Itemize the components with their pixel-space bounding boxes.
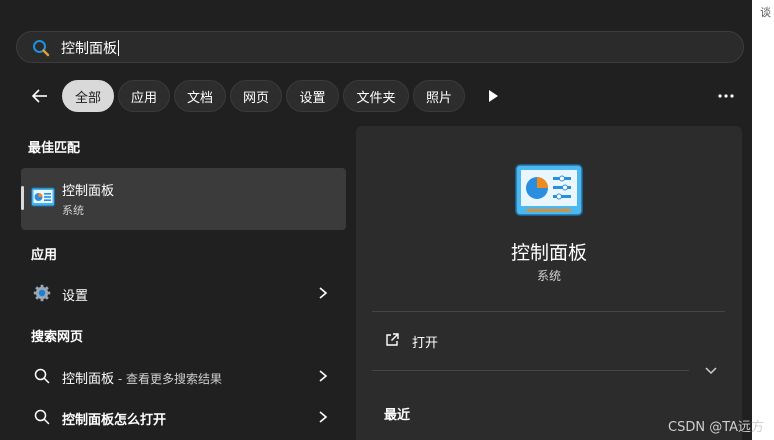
- best-match-subtitle: 系统: [62, 204, 84, 217]
- background-window-edge: [752, 0, 774, 440]
- preview-subtitle: 系统: [536, 269, 561, 283]
- web-result-label: 控制面板 - 查看更多搜索结果: [62, 368, 222, 387]
- chevron-right-icon[interactable]: [317, 369, 329, 383]
- recent-heading: 最近: [384, 408, 411, 423]
- tab-settings[interactable]: 设置: [286, 80, 339, 112]
- web-result-suffix: - 查看更多搜索结果: [114, 372, 222, 386]
- search-icon: [34, 409, 50, 425]
- tab-photos[interactable]: 照片: [413, 80, 465, 112]
- divider: [372, 370, 689, 371]
- search-input[interactable]: 控制面板: [61, 38, 119, 58]
- tab-web[interactable]: 网页: [230, 80, 282, 112]
- background-window-text: 谈: [760, 6, 771, 19]
- back-arrow-icon[interactable]: [30, 86, 50, 106]
- control-panel-large-icon: [515, 164, 583, 216]
- search-icon: [33, 40, 50, 57]
- best-match-item[interactable]: [21, 168, 346, 230]
- chevron-right-icon[interactable]: [317, 410, 329, 424]
- play-icon[interactable]: [486, 88, 500, 104]
- web-search-heading: 搜索网页: [31, 330, 84, 345]
- settings-gear-icon: [33, 284, 51, 302]
- preview-title: 控制面板: [510, 242, 587, 264]
- tab-folders[interactable]: 文件夹: [343, 80, 409, 112]
- apps-heading: 应用: [31, 248, 58, 263]
- chevron-right-icon[interactable]: [317, 286, 329, 300]
- divider: [372, 311, 725, 312]
- tab-all[interactable]: 全部: [62, 80, 114, 112]
- open-action-label[interactable]: 打开: [412, 332, 438, 351]
- chevron-down-icon[interactable]: [704, 364, 718, 378]
- web-result-how-to-open[interactable]: 控制面板怎么打开: [21, 399, 346, 435]
- text-caret: [118, 40, 119, 56]
- watermark: CSDN @TA远方: [668, 420, 765, 435]
- control-panel-icon: [31, 187, 55, 207]
- more-horizontal-icon[interactable]: [716, 86, 736, 106]
- web-result-query: 控制面板: [62, 372, 115, 387]
- open-external-icon[interactable]: [384, 332, 400, 348]
- app-result-settings[interactable]: 设置: [21, 275, 346, 311]
- tab-documents[interactable]: 文档: [174, 80, 226, 112]
- selection-indicator: [21, 186, 24, 210]
- web-result-label: 控制面板怎么打开: [62, 413, 167, 428]
- tab-apps[interactable]: 应用: [118, 80, 170, 112]
- search-icon: [34, 368, 50, 384]
- search-box[interactable]: 控制面板: [16, 31, 744, 63]
- app-result-label: 设置: [62, 289, 89, 304]
- best-match-title: 控制面板: [62, 184, 115, 199]
- web-result-more[interactable]: 控制面板 - 查看更多搜索结果: [21, 358, 346, 394]
- search-query: 控制面板: [61, 41, 117, 57]
- best-match-heading: 最佳匹配: [28, 141, 81, 156]
